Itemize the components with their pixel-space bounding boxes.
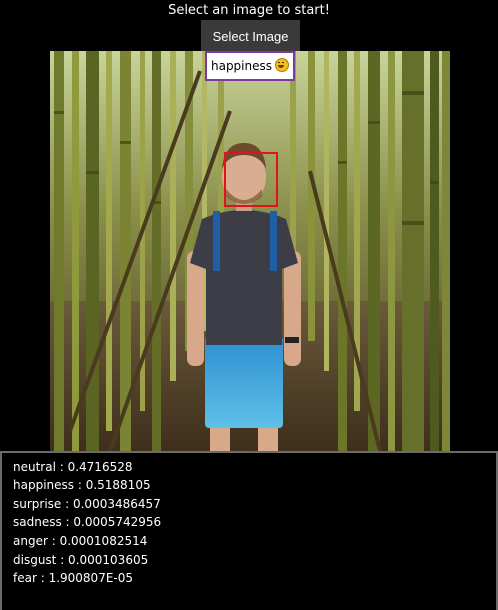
grinning-face-emoji-icon — [275, 58, 290, 72]
emotion-scores-panel: neutral : 0.4716528 happiness : 0.518810… — [0, 451, 498, 610]
emotion-detector-window: Select an image to start! Select Image h… — [0, 0, 498, 610]
selected-photo — [50, 51, 450, 451]
score-sadness: sadness : 0.0005742956 — [13, 515, 162, 529]
score-surprise: surprise : 0.0003486457 — [13, 497, 161, 511]
face-detection-box — [224, 152, 278, 207]
score-fear: fear : 1.900807E-05 — [13, 571, 134, 585]
score-neutral: neutral : 0.4716528 — [13, 460, 133, 474]
score-anger: anger : 0.0001082514 — [13, 534, 148, 548]
instruction-text: Select an image to start! — [168, 3, 330, 18]
select-image-button[interactable]: Select Image — [201, 20, 300, 51]
score-happiness: happiness : 0.5188105 — [13, 478, 151, 492]
detected-emotion-label: happiness — [205, 51, 295, 81]
detected-emotion-text: happiness — [210, 59, 273, 73]
score-disgust: disgust : 0.000103605 — [13, 553, 149, 567]
